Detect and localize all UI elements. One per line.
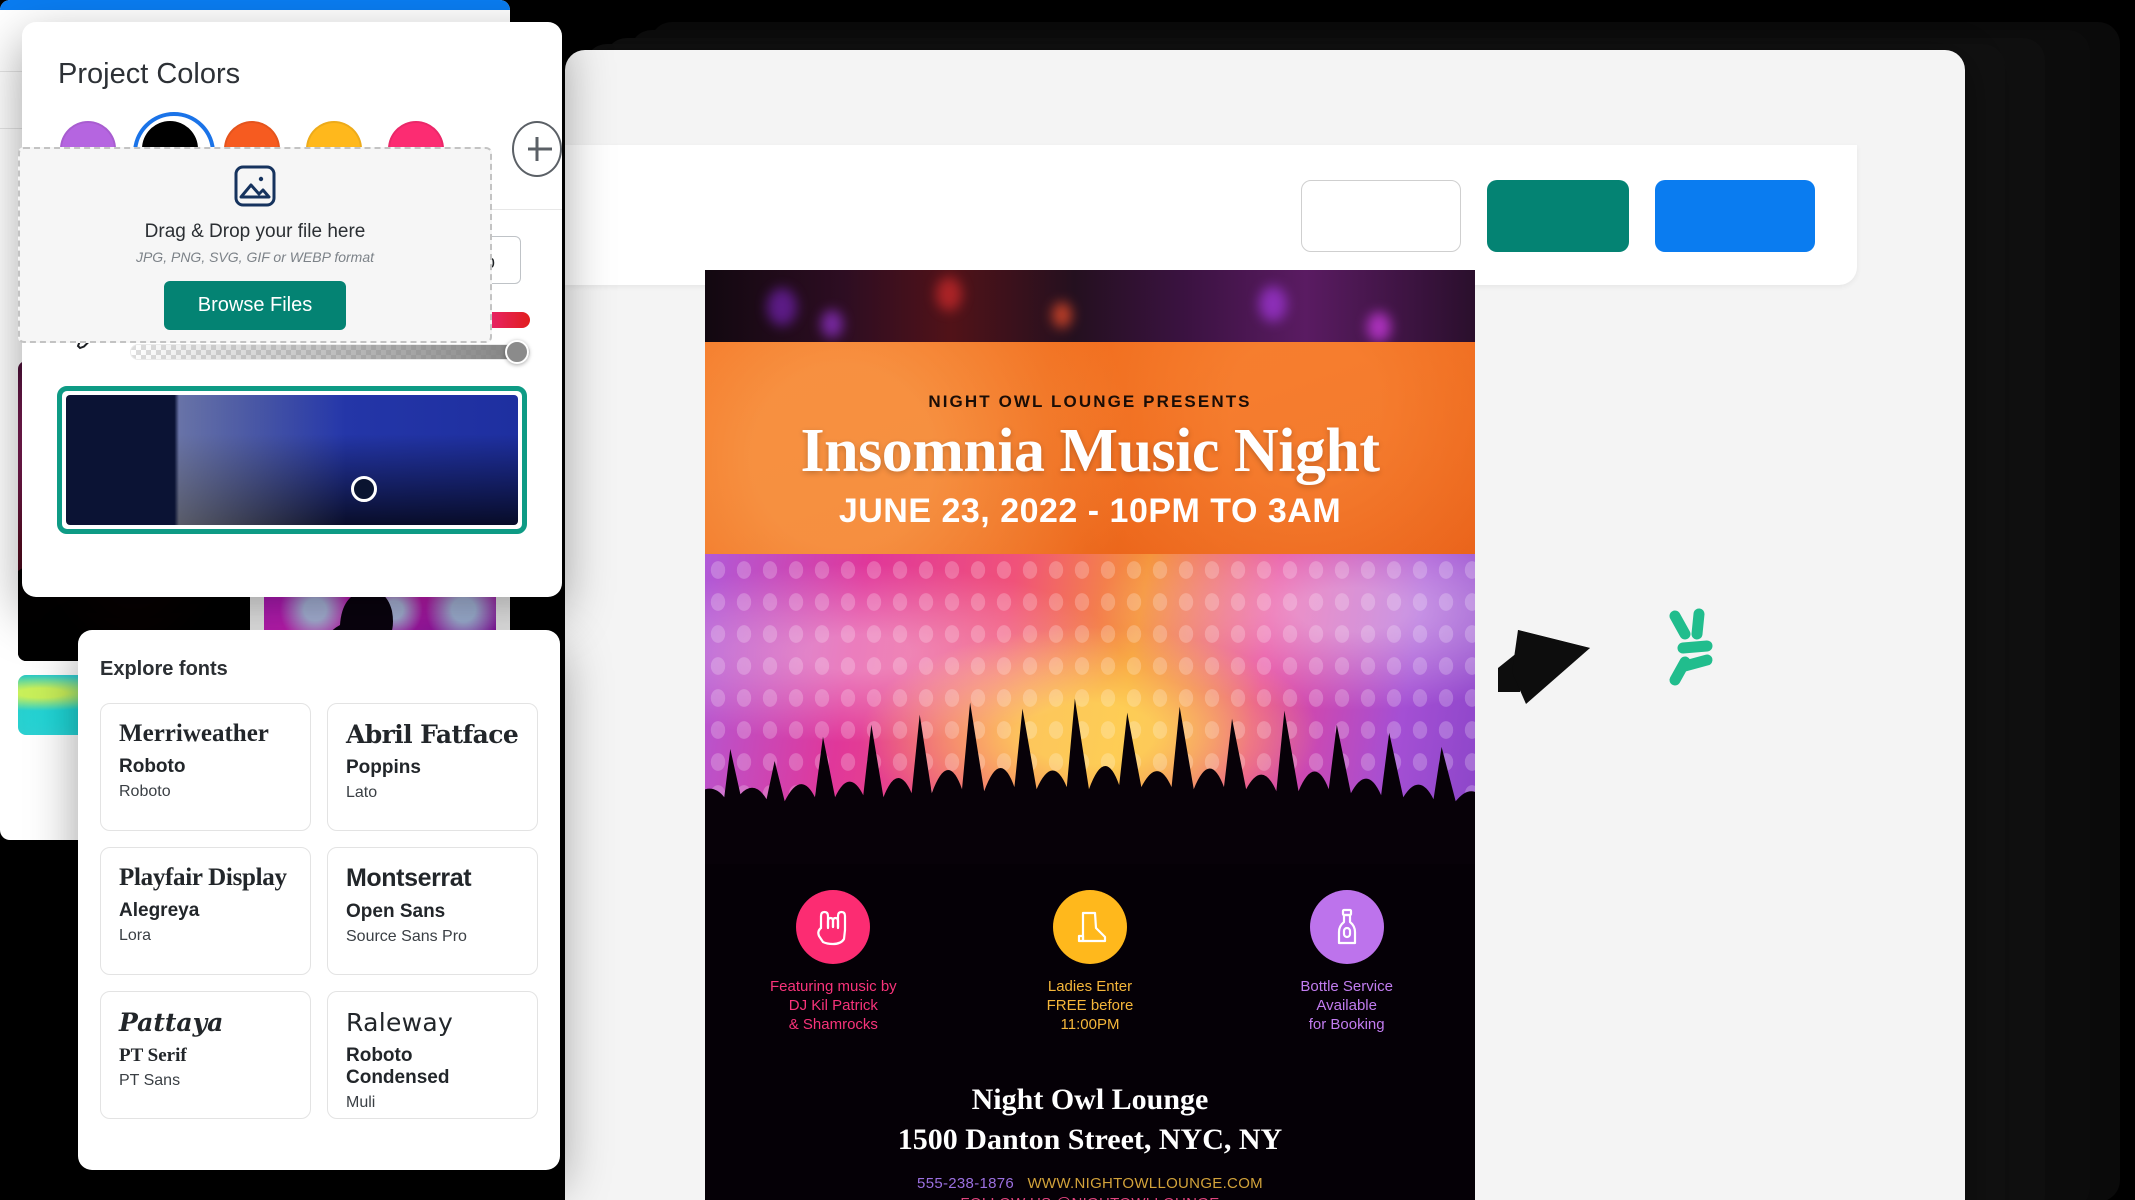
font-card-secondary: PT Serif <box>119 1045 187 1066</box>
app-toolbar <box>565 145 1857 285</box>
poster-venue-block: Night Owl Lounge 1500 Danton Street, NYC… <box>705 1080 1475 1159</box>
upload-burst-icon <box>1655 600 1747 692</box>
poster-social: FOLLOW US @NIGHTOWLLOUNGE <box>705 1194 1475 1200</box>
font-card-primary: Raleway <box>346 1008 454 1037</box>
mouse-cursor-icon <box>1490 618 1600 708</box>
poster-phone: 555-238-1876 <box>917 1175 1015 1192</box>
font-card-primary: Pattaya <box>119 1008 224 1037</box>
screenshot-root: NIGHT OWL LOUNGE PRESENTS Insomnia Music… <box>0 0 2135 1200</box>
font-card-tertiary: Roboto <box>119 783 171 800</box>
font-card-tertiary: PT Sans <box>119 1072 181 1089</box>
font-card-primary: Playfair Display <box>119 864 287 891</box>
poster-feature-bottle: Bottle Service Available for Booking <box>1218 890 1475 1034</box>
font-card-tertiary: Lora <box>119 927 152 944</box>
opacity-slider[interactable] <box>130 340 530 364</box>
poster-feature-ladies-caption: Ladies Enter FREE before 11:00PM <box>1047 978 1134 1034</box>
crowd-silhouette-icon <box>705 698 1475 864</box>
font-card[interactable]: Montserrat Open Sans Source Sans Pro <box>327 847 538 975</box>
poster-top-bokeh <box>705 270 1475 342</box>
poster-feature-music-caption: Featuring music by DJ Kil Patrick & Sham… <box>770 978 897 1034</box>
font-card-secondary: Roboto <box>119 756 186 777</box>
dropzone-title: Drag & Drop your file here <box>144 220 366 242</box>
poster-bottom-section: Featuring music by DJ Kil Patrick & Sham… <box>705 864 1475 1200</box>
poster-website: WWW.NIGHTOWLLOUNGE.COM <box>1027 1175 1263 1192</box>
font-card-secondary: Roboto Condensed <box>346 1045 450 1088</box>
replace-menu-accent-bar <box>0 0 510 10</box>
poster-feature-ladies: Ladies Enter FREE before 11:00PM <box>962 890 1219 1034</box>
poster-feature-music: Featuring music by DJ Kil Patrick & Sham… <box>705 890 962 1034</box>
sb-picker-cursor[interactable] <box>351 475 378 502</box>
poster-date-text: JUNE 23, 2022 - 10PM TO 3AM <box>838 492 1342 530</box>
poster-feature-row: Featuring music by DJ Kil Patrick & Sham… <box>705 890 1475 1034</box>
rock-hand-icon <box>817 910 847 946</box>
caption-line: 11:00PM <box>1060 1015 1120 1033</box>
caption-line: Ladies Enter <box>1047 978 1133 995</box>
font-card[interactable]: Raleway Roboto Condensed Muli <box>327 991 538 1119</box>
font-card-primary: Abril Fatface <box>346 720 519 749</box>
poster-venue-address: 1500 Danton Street, NYC, NY <box>897 1122 1283 1156</box>
poster-presents-text: NIGHT OWL LOUNGE PRESENTS <box>928 392 1252 411</box>
font-card[interactable]: Merriweather Roboto Roboto <box>100 703 311 831</box>
toolbar-ghost-button[interactable] <box>1301 180 1461 252</box>
caption-line: & Shamrocks <box>788 1015 878 1033</box>
dropzone-subtitle: JPG, PNG, SVG, GIF or WEBP format <box>135 248 375 265</box>
upload-dropzone[interactable]: Drag & Drop your file here JPG, PNG, SVG… <box>18 147 492 343</box>
caption-line: FREE before <box>1046 996 1134 1014</box>
explore-fonts-title: Explore fonts <box>100 658 228 680</box>
font-card-secondary: Open Sans <box>346 901 446 922</box>
high-heel-icon <box>1077 911 1107 943</box>
poster-venue-name: Night Owl Lounge <box>971 1083 1209 1116</box>
font-card-tertiary: Muli <box>346 1094 376 1111</box>
font-card[interactable]: Abril Fatface Poppins Lato <box>327 703 538 831</box>
font-card-grid: Merriweather Roboto Roboto Abril Fatface… <box>78 681 560 1119</box>
toolbar-actions <box>1301 180 1815 252</box>
toolbar-teal-button[interactable] <box>1487 180 1629 252</box>
poster-feature-bottle-caption: Bottle Service Available for Booking <box>1300 978 1393 1034</box>
high-heel-circle <box>1053 890 1127 964</box>
opacity-slider-knob[interactable] <box>505 340 530 364</box>
font-card-secondary: Poppins <box>346 757 421 778</box>
font-card-tertiary: Lato <box>346 784 378 801</box>
rock-hand-circle <box>796 890 871 964</box>
saturation-brightness-picker[interactable] <box>57 386 527 534</box>
caption-line: Bottle Service <box>1300 978 1393 995</box>
poster-contact-block: 555-238-1876 WWW.NIGHTOWLLOUNGE.COM FOLL… <box>705 1174 1475 1200</box>
add-color-button[interactable] <box>511 121 562 177</box>
font-card[interactable]: Pattaya PT Serif PT Sans <box>100 991 311 1119</box>
poster-canvas[interactable]: NIGHT OWL LOUNGE PRESENTS Insomnia Music… <box>705 270 1475 1200</box>
font-card-tertiary: Source Sans Pro <box>346 928 467 945</box>
browse-files-button[interactable]: Browse Files <box>163 280 347 330</box>
caption-line: for Booking <box>1308 1015 1385 1033</box>
font-card-secondary: Alegreya <box>119 900 200 921</box>
project-colors-title: Project Colors <box>58 58 241 90</box>
image-placeholder-icon <box>234 165 276 206</box>
bottle-circle <box>1309 890 1384 964</box>
poster-crowd-image <box>705 554 1475 864</box>
font-card[interactable]: Playfair Display Alegreya Lora <box>100 847 311 975</box>
caption-line: DJ Kil Patrick <box>788 996 878 1014</box>
poster-title-text: Insomnia Music Night <box>800 417 1380 485</box>
caption-line: Featuring music by <box>769 978 897 995</box>
font-card-primary: Merriweather <box>119 720 269 747</box>
font-card-primary: Montserrat <box>346 864 472 892</box>
toolbar-blue-button[interactable] <box>1655 180 1815 252</box>
explore-fonts-panel: Explore fonts Merriweather Roboto Roboto… <box>78 630 560 1170</box>
caption-line: Available <box>1316 996 1377 1014</box>
bottle-icon <box>1337 908 1356 945</box>
